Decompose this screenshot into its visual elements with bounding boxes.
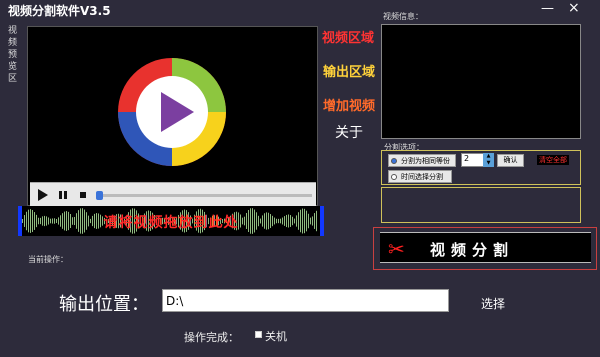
split-video-label: 视频分割 [430, 241, 515, 259]
output-path-input[interactable] [162, 289, 449, 312]
progress-track[interactable] [102, 194, 312, 197]
spin-arrows-icon[interactable]: ▲ ▼ [483, 153, 494, 167]
video-info-panel [381, 24, 581, 139]
drop-video-hint: 请将视频拖放到此处 [103, 215, 239, 231]
radio-selected-icon [391, 158, 397, 164]
output-list-panel [381, 187, 581, 223]
on-complete-label: 操作完成： [184, 331, 239, 344]
output-area-link[interactable]: 输出区域 [323, 61, 375, 80]
close-button[interactable]: × [568, 0, 580, 16]
video-preview-area[interactable] [27, 26, 318, 206]
split-video-button[interactable]: ✂ 视频分割 [380, 232, 591, 263]
media-player-logo [118, 58, 226, 166]
about-link[interactable]: 关于 [335, 122, 363, 142]
preview-area-label: 视频预览区 [8, 26, 18, 84]
pause-icon[interactable] [56, 188, 70, 202]
play-icon[interactable] [36, 188, 50, 202]
radio-split-time-label: 时间选择分割 [401, 173, 443, 181]
current-operation-label: 当前操作： [28, 255, 68, 264]
scissors-icon: ✂ [388, 237, 405, 261]
clear-all-button[interactable]: 清空全部 [537, 155, 569, 165]
stop-icon[interactable] [76, 188, 90, 202]
radio-unselected-icon [391, 174, 397, 180]
split-button-frame: ✂ 视频分割 [373, 227, 597, 270]
progress-slider-thumb[interactable] [96, 191, 103, 200]
browse-button[interactable]: 选择 [481, 295, 505, 312]
window-title: 视频分割软件V3.5 [8, 4, 111, 18]
confirm-button[interactable]: 确认 [497, 154, 524, 167]
minimize-button[interactable]: — [541, 1, 554, 16]
shutdown-label: 关机 [265, 330, 287, 343]
radio-split-equal-parts[interactable]: 分割为相同等份 [388, 154, 456, 167]
add-video-link[interactable]: 增加视频 [323, 95, 375, 114]
video-area-link[interactable]: 视频区域 [322, 27, 374, 46]
radio-split-equal-label: 分割为相同等份 [401, 157, 450, 165]
shutdown-checkbox[interactable] [255, 331, 262, 338]
player-controls [30, 182, 316, 206]
video-info-label: 视频信息： [383, 12, 423, 21]
radio-split-by-time[interactable]: 时间选择分割 [388, 170, 452, 183]
audio-spectrum-bar: 请将视频拖放到此处 [18, 206, 324, 236]
split-options-panel: 分割为相同等份 时间选择分割 2 ▲ ▼ 确认 清空全部 [381, 150, 581, 185]
output-location-label: 输出位置： [59, 294, 149, 315]
